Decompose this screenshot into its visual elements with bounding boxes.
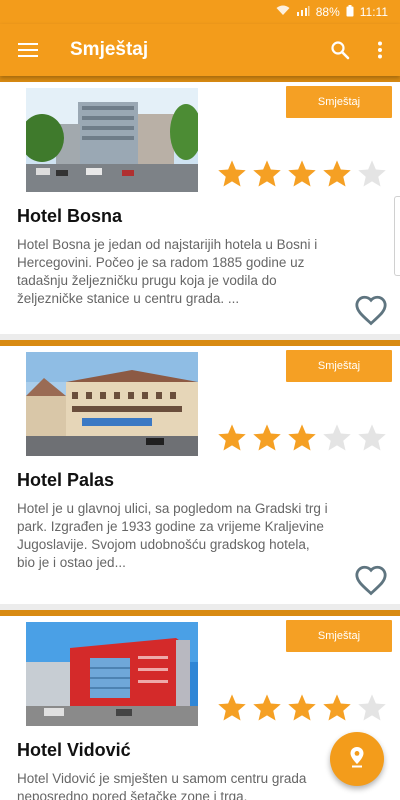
- app-bar: Smještaj: [0, 24, 400, 76]
- star-empty-icon: [356, 422, 388, 454]
- star-filled-icon: [321, 158, 353, 190]
- hotel-image: [26, 622, 198, 726]
- status-bar: 88% 11:11: [0, 0, 400, 24]
- signal-icon: [296, 5, 310, 19]
- hotel-card[interactable]: Smještaj Hotel Bosna Hotel Bosna je jeda…: [0, 76, 400, 334]
- star-filled-icon: [251, 158, 283, 190]
- page-title: Smještaj: [70, 39, 149, 60]
- hotel-description: Hotel Bosna je jedan od najstarijih hote…: [17, 237, 318, 306]
- hamburger-icon[interactable]: [0, 24, 56, 76]
- map-pin-button[interactable]: [330, 732, 384, 786]
- hotel-description: Hotel Vidović je smješten u samom centru…: [17, 771, 307, 800]
- star-filled-icon: [286, 692, 318, 724]
- map-pin-icon: [349, 746, 365, 773]
- scroll-handle[interactable]: [394, 196, 400, 276]
- hotel-name: Hotel Vidović: [17, 740, 131, 760]
- hotel-image: [26, 352, 198, 456]
- rating-stars: [216, 158, 388, 190]
- clock: 11:11: [359, 5, 388, 19]
- battery-percent: 88%: [315, 5, 340, 19]
- star-filled-icon: [321, 692, 353, 724]
- rating-stars: [216, 692, 388, 724]
- star-empty-icon: [356, 158, 388, 190]
- star-filled-icon: [286, 422, 318, 454]
- search-icon[interactable]: [320, 24, 360, 76]
- star-empty-icon: [356, 692, 388, 724]
- hotel-name: Hotel Bosna: [17, 206, 123, 226]
- hotel-list[interactable]: Smještaj Hotel Bosna Hotel Bosna je jeda…: [0, 76, 400, 800]
- star-filled-icon: [251, 422, 283, 454]
- category-button[interactable]: Smještaj: [286, 620, 392, 652]
- star-filled-icon: [216, 158, 248, 190]
- wifi-icon: [276, 5, 290, 19]
- category-button[interactable]: Smještaj: [286, 350, 392, 382]
- rating-stars: [216, 422, 388, 454]
- hotel-description: Hotel je u glavnoj ulici, sa pogledom na…: [17, 501, 328, 570]
- favorite-heart-icon[interactable]: [354, 564, 388, 596]
- hotel-card[interactable]: Smještaj Hotel Palas Hotel je u glavnoj …: [0, 340, 400, 604]
- category-button[interactable]: Smještaj: [286, 86, 392, 118]
- hotel-name: Hotel Palas: [17, 470, 115, 490]
- star-filled-icon: [216, 692, 248, 724]
- more-vert-icon[interactable]: [360, 24, 400, 76]
- star-empty-icon: [321, 422, 353, 454]
- favorite-heart-icon[interactable]: [354, 294, 388, 326]
- star-filled-icon: [286, 158, 318, 190]
- star-filled-icon: [251, 692, 283, 724]
- hotel-image: [26, 88, 198, 192]
- star-filled-icon: [216, 422, 248, 454]
- battery-icon: [346, 4, 354, 20]
